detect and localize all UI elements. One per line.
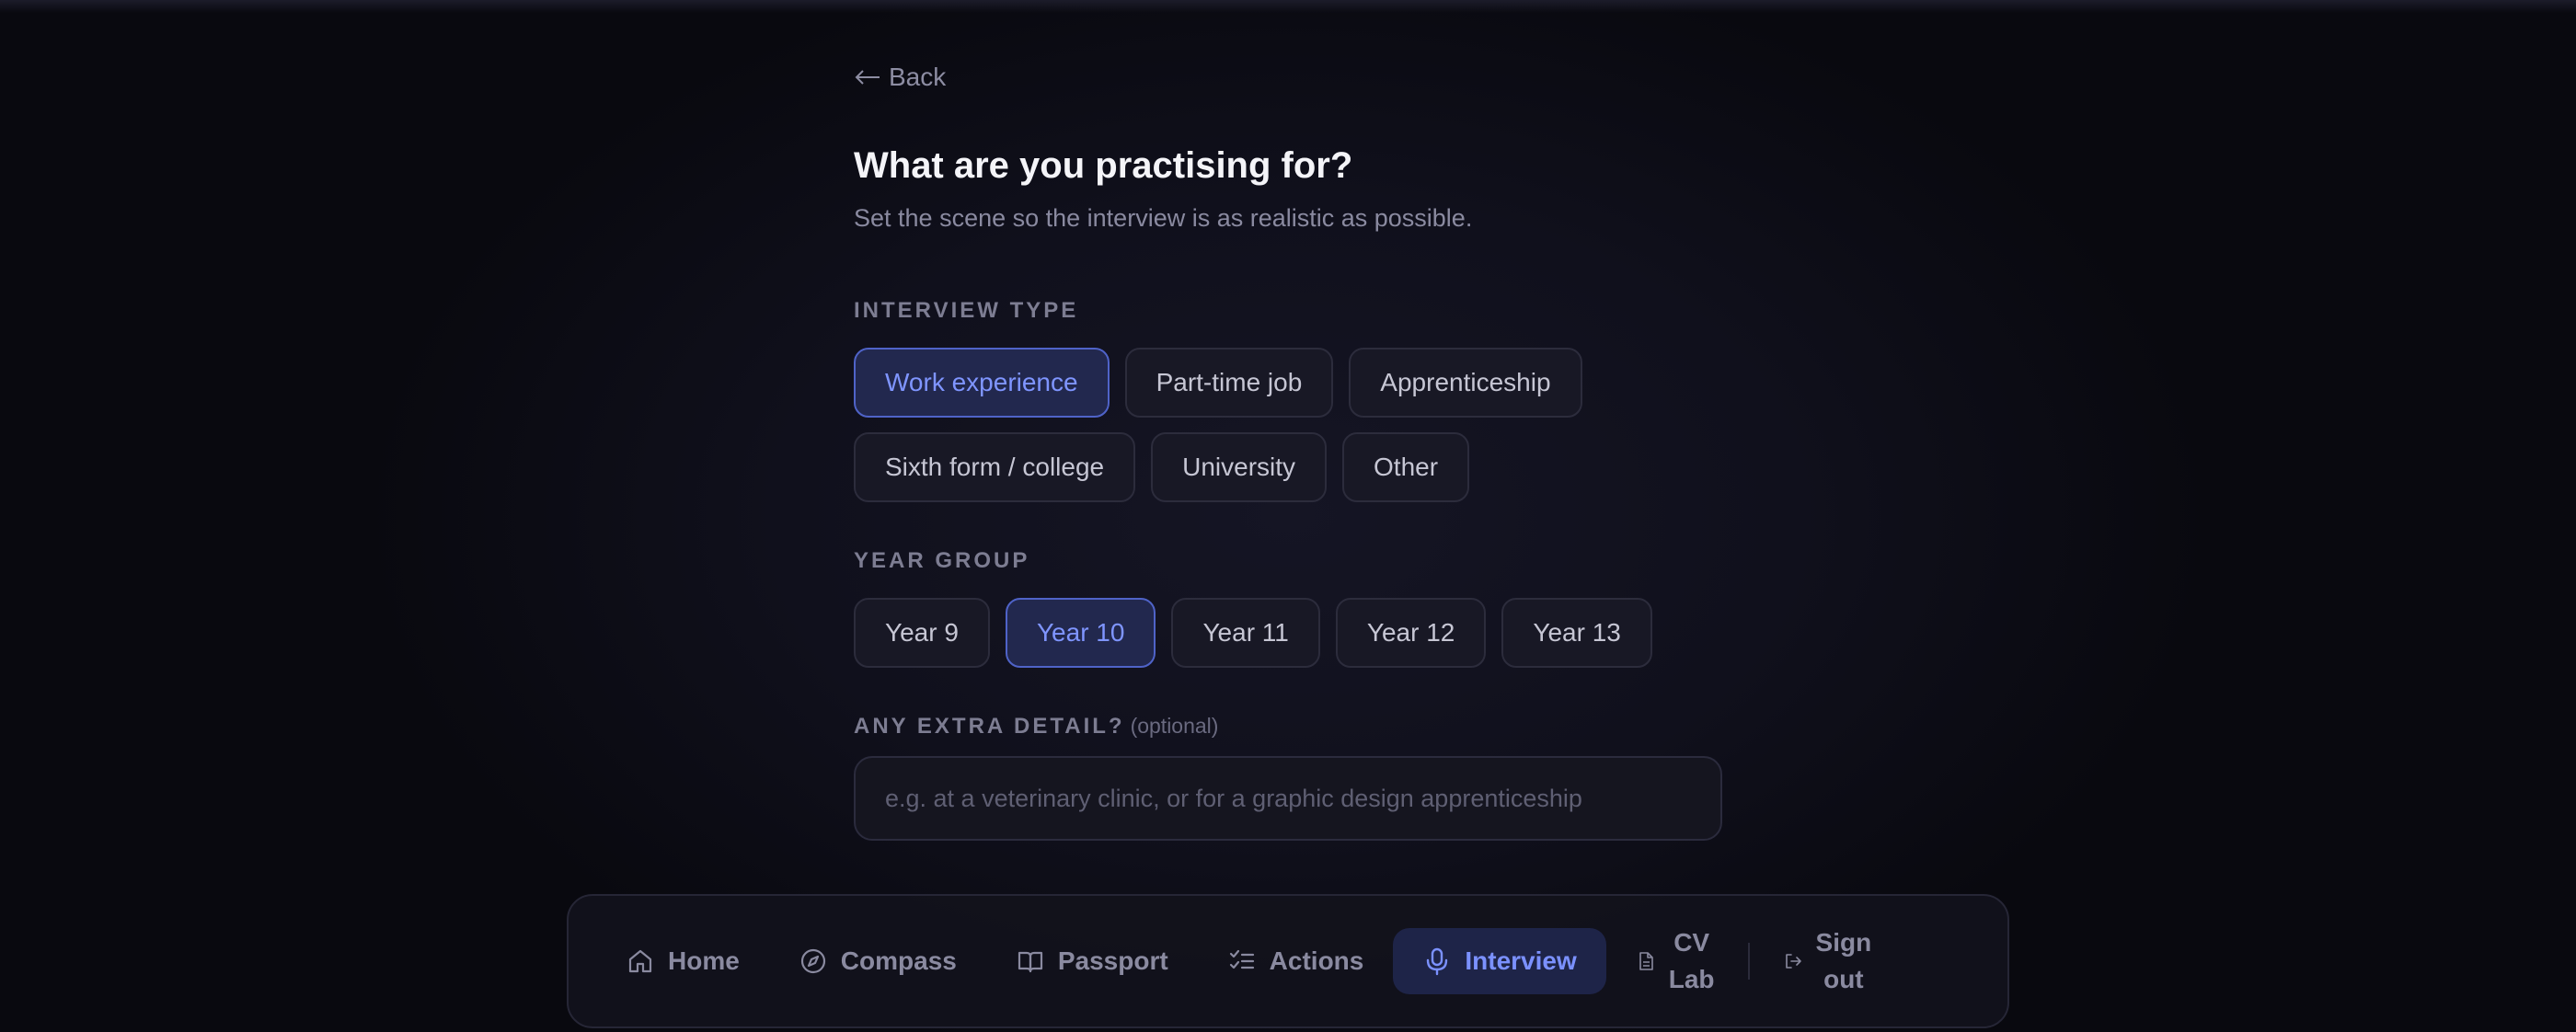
nav-compass[interactable]: Compass xyxy=(769,928,986,994)
nav-home[interactable]: Home xyxy=(596,928,769,994)
page-subtitle: Set the scene so the interview is as rea… xyxy=(854,204,1473,232)
chip-year-9[interactable]: Year 9 xyxy=(854,598,990,668)
book-icon xyxy=(1018,951,1042,973)
sign-out-icon xyxy=(1785,954,1801,969)
nav-cv-lab-label: CV Lab xyxy=(1669,924,1715,998)
top-edge-bar xyxy=(0,0,2576,13)
back-label: Back xyxy=(889,63,947,91)
chip-sixth-form-college[interactable]: Sixth form / college xyxy=(854,432,1136,502)
optional-hint: (optional) xyxy=(1130,714,1219,738)
checklist-icon xyxy=(1229,949,1254,969)
interview-type-row-2: Sixth form / college University Other xyxy=(854,432,1470,502)
back-link[interactable]: Back xyxy=(854,63,946,92)
chip-other[interactable]: Other xyxy=(1342,432,1470,502)
chip-year-10[interactable]: Year 10 xyxy=(1005,598,1156,668)
nav-actions[interactable]: Actions xyxy=(1198,928,1394,994)
interview-type-label: INTERVIEW TYPE xyxy=(854,298,1079,323)
nav-cv-lab[interactable]: CV Lab xyxy=(1606,928,1744,994)
nav-interview[interactable]: Interview xyxy=(1393,928,1606,994)
chip-university[interactable]: University xyxy=(1151,432,1328,502)
nav-compass-label: Compass xyxy=(840,946,957,975)
chip-year-13[interactable]: Year 13 xyxy=(1501,598,1652,668)
year-group-label: YEAR GROUP xyxy=(854,548,1030,573)
nav-interview-label: Interview xyxy=(1465,946,1577,975)
nav-cv-lab-line1: CV xyxy=(1673,928,1710,957)
chip-part-time-job[interactable]: Part-time job xyxy=(1124,348,1334,418)
chip-year-11[interactable]: Year 11 xyxy=(1171,598,1320,668)
arrow-left-icon xyxy=(855,70,880,85)
nav-passport-label: Passport xyxy=(1057,946,1168,975)
extra-detail-input[interactable] xyxy=(854,756,1722,841)
nav-sign-out-line2: out xyxy=(1823,965,1864,993)
nav-sign-out-label: Sign out xyxy=(1816,924,1872,998)
extra-detail-label-text: ANY EXTRA DETAIL? xyxy=(854,714,1125,739)
document-icon xyxy=(1639,952,1653,970)
nav-actions-label: Actions xyxy=(1269,946,1364,975)
home-icon xyxy=(628,949,652,973)
chip-year-12[interactable]: Year 12 xyxy=(1335,598,1487,668)
nav-passport[interactable]: Passport xyxy=(986,928,1198,994)
microphone-icon xyxy=(1427,947,1448,976)
interview-type-row-1: Work experience Part-time job Apprentice… xyxy=(854,348,1582,418)
compass-icon xyxy=(800,948,825,974)
chip-work-experience[interactable]: Work experience xyxy=(854,348,1110,418)
year-group-row: Year 9 Year 10 Year 11 Year 12 Year 13 xyxy=(854,598,1652,668)
nav-sign-out[interactable]: Sign out xyxy=(1754,928,1902,994)
nav-sign-out-line1: Sign xyxy=(1815,928,1872,957)
nav-divider xyxy=(1747,943,1750,980)
nav-home-label: Home xyxy=(668,946,740,975)
page-title: What are you practising for? xyxy=(854,145,1353,186)
bottom-nav: Home Compass Passport Actions Interview xyxy=(567,894,2009,1028)
chip-apprenticeship[interactable]: Apprenticeship xyxy=(1349,348,1582,418)
nav-cv-lab-line2: Lab xyxy=(1668,965,1715,993)
extra-detail-label: ANY EXTRA DETAIL? (optional) xyxy=(854,714,1218,740)
